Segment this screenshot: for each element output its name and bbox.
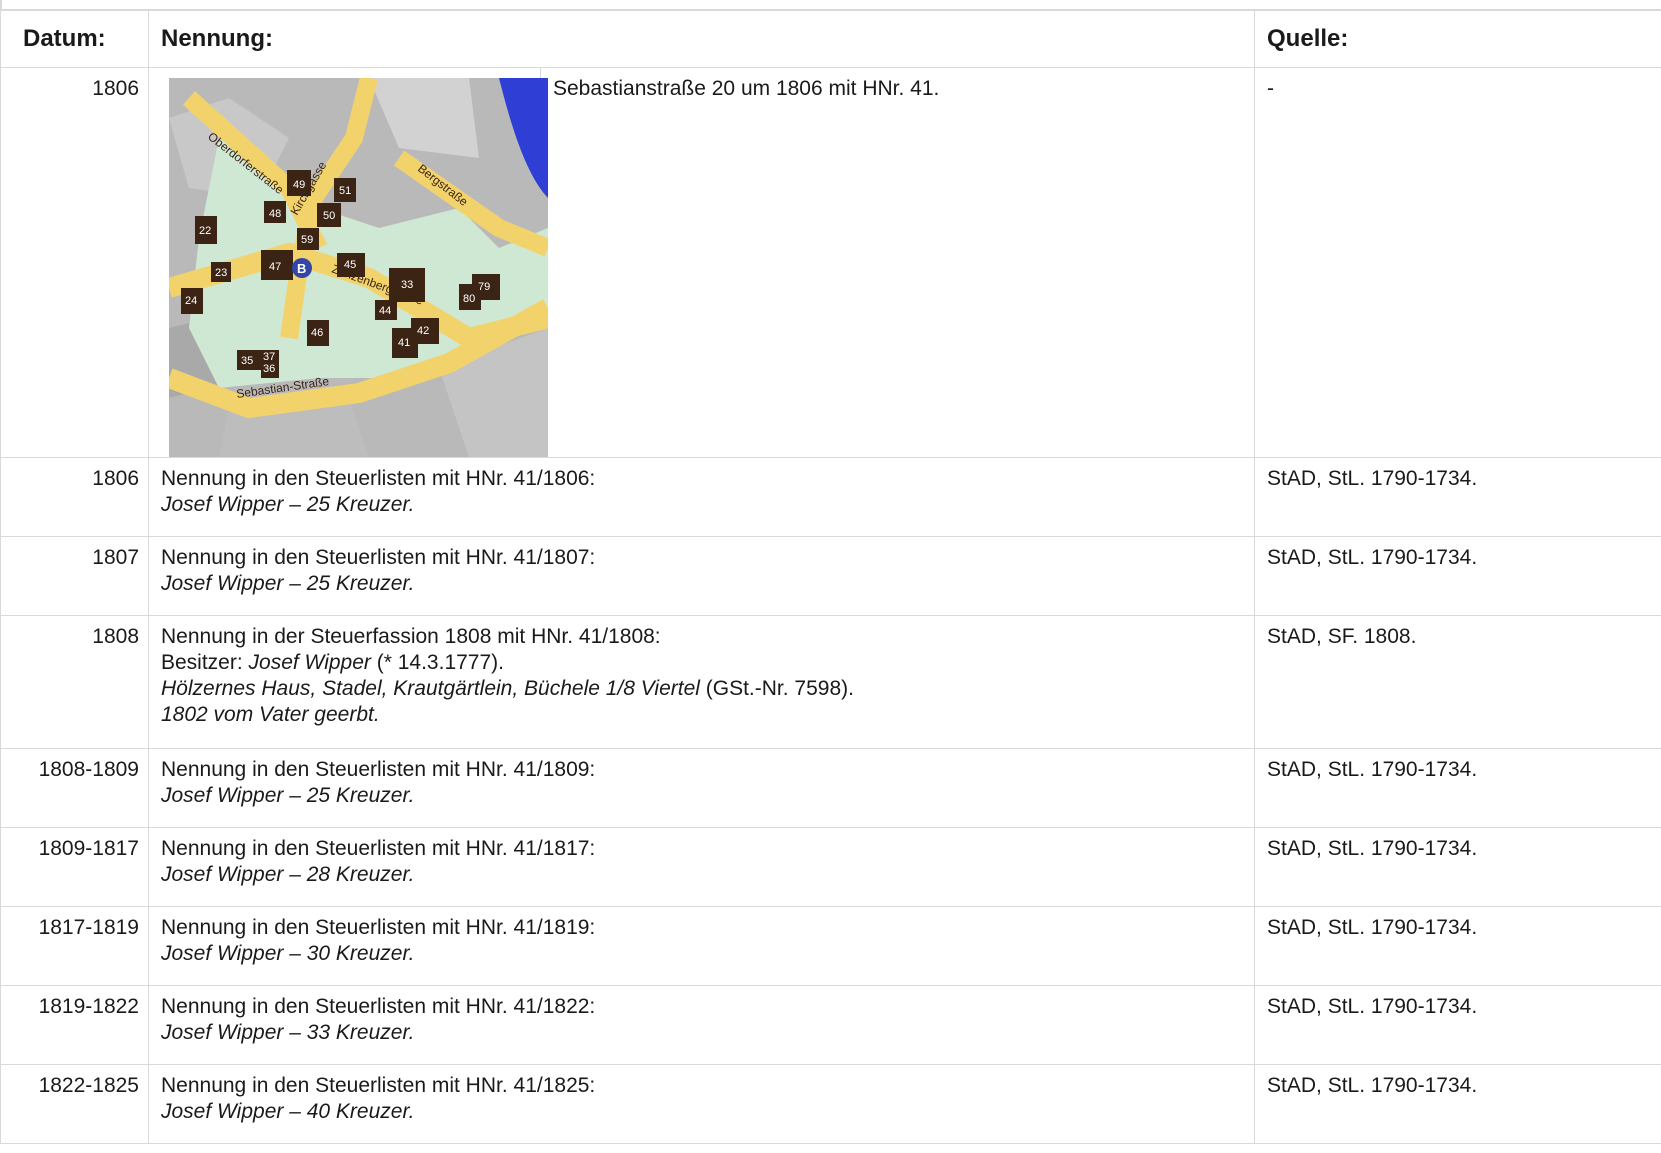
- mention-cell: Nennung in den Steuerlisten mit HNr. 41/…: [147, 748, 1256, 828]
- date-cell: 1806: [0, 67, 149, 458]
- date-cell: 1808-1809: [0, 748, 149, 828]
- left-border: [0, 0, 2, 10]
- svg-text:22: 22: [199, 225, 211, 237]
- date-cell: 1819-1822: [0, 985, 149, 1065]
- source-cell: StAD, StL. 1790-1734.: [1254, 457, 1661, 537]
- mention-cell: Nennung in den Steuerlisten mit HNr. 41/…: [147, 1064, 1256, 1144]
- source-cell: StAD, StL. 1790-1734.: [1254, 536, 1661, 616]
- date-cell: 1808: [0, 615, 149, 749]
- owner-birth: (* 14.3.1777).: [370, 651, 504, 674]
- table-row: 1819-1822 Nennung in den Steuerlisten mi…: [0, 985, 1661, 1065]
- svg-text:41: 41: [398, 337, 410, 349]
- svg-text:50: 50: [323, 210, 335, 222]
- map-cell: 49 51 48 50 22 59 47 45 33 23 79 80 24 44 42 46 41 37…: [148, 67, 548, 458]
- source-cell: StAD, StL. 1790-1734.: [1254, 1064, 1661, 1144]
- svg-text:80: 80: [463, 293, 475, 305]
- table-row: 1806 Nennung in den Steuerlisten mit HNr…: [0, 457, 1661, 537]
- svg-text:24: 24: [185, 295, 197, 307]
- mention-cell: Nennung in den Steuerlisten mit HNr. 41/…: [147, 985, 1256, 1065]
- svg-text:44: 44: [379, 305, 391, 317]
- mention-detail: Josef Wipper – 28 Kreuzer.: [161, 863, 415, 886]
- mention-detail: Josef Wipper – 25 Kreuzer.: [161, 493, 415, 516]
- mention-detail: Josef Wipper – 40 Kreuzer.: [161, 1100, 415, 1123]
- mention-cell: Sebastianstraße 20 um 1806 mit HNr. 41.: [539, 67, 1256, 458]
- date-cell: 1817-1819: [0, 906, 149, 986]
- mention-cell: Nennung in den Steuerlisten mit HNr. 41/…: [147, 827, 1256, 907]
- mention-detail: Josef Wipper – 25 Kreuzer.: [161, 784, 415, 807]
- svg-text:51: 51: [339, 185, 351, 197]
- svg-text:46: 46: [311, 327, 323, 339]
- mention-line: Nennung in den Steuerlisten mit HNr. 41/…: [161, 916, 596, 939]
- mention-line: Nennung in den Steuerlisten mit HNr. 41/…: [161, 837, 596, 860]
- svg-text:79: 79: [478, 281, 490, 293]
- history-table: Datum: Nennung: Quelle: 1806 49 51 48 50…: [0, 10, 1661, 1144]
- mention-cell: Nennung in der Steuerfassion 1808 mit HN…: [147, 615, 1256, 749]
- svg-text:23: 23: [215, 267, 227, 279]
- header-row: Datum: Nennung: Quelle:: [0, 10, 1661, 68]
- date-cell: 1822-1825: [0, 1064, 149, 1144]
- table-row: 1809-1817 Nennung in den Steuerlisten mi…: [0, 827, 1661, 907]
- mention-line: Nennung in der Steuerfassion 1808 mit HN…: [161, 625, 661, 648]
- date-cell: 1809-1817: [0, 827, 149, 907]
- marker-label: B: [297, 261, 306, 276]
- table-row: 1806 49 51 48 50 22 59 47 45 33 23 79 80…: [0, 67, 1661, 458]
- owner-label: Besitzer:: [161, 651, 249, 674]
- mention-cell: Nennung in den Steuerlisten mit HNr. 41/…: [147, 536, 1256, 616]
- mention-detail: Josef Wipper – 30 Kreuzer.: [161, 942, 415, 965]
- mention-line: Nennung in den Steuerlisten mit HNr. 41/…: [161, 995, 596, 1018]
- svg-text:48: 48: [269, 208, 281, 220]
- svg-text:42: 42: [417, 325, 429, 337]
- inheritance-note: 1802 vom Vater geerbt.: [161, 703, 380, 726]
- source-cell: -: [1254, 67, 1661, 458]
- property-ref: (GSt.-Nr. 7598).: [699, 677, 854, 700]
- header-source: Quelle:: [1254, 10, 1661, 68]
- mention-cell: Nennung in den Steuerlisten mit HNr. 41/…: [147, 457, 1256, 537]
- header-date: Datum:: [0, 10, 149, 68]
- svg-text:47: 47: [269, 261, 281, 273]
- mention-line: Nennung in den Steuerlisten mit HNr. 41/…: [161, 1074, 596, 1097]
- table-row: 1808 Nennung in der Steuerfassion 1808 m…: [0, 615, 1661, 749]
- date-cell: 1807: [0, 536, 149, 616]
- mention-cell: Nennung in den Steuerlisten mit HNr. 41/…: [147, 906, 1256, 986]
- mention-line: Nennung in den Steuerlisten mit HNr. 41/…: [161, 467, 596, 490]
- source-cell: StAD, SF. 1808.: [1254, 615, 1661, 749]
- location-map: 49 5148 50 225947 45 33237980 24444246 4137…: [169, 78, 548, 457]
- source-cell: StAD, StL. 1790-1734.: [1254, 985, 1661, 1065]
- table-row: 1822-1825 Nennung in den Steuerlisten mi…: [0, 1064, 1661, 1144]
- date-cell: 1806: [0, 457, 149, 537]
- svg-text:59: 59: [301, 234, 313, 246]
- table-row: 1817-1819 Nennung in den Steuerlisten mi…: [0, 906, 1661, 986]
- svg-text:35: 35: [241, 355, 253, 367]
- owner-name: Josef Wipper: [248, 651, 371, 674]
- source-cell: StAD, StL. 1790-1734.: [1254, 748, 1661, 828]
- mention-line: Nennung in den Steuerlisten mit HNr. 41/…: [161, 758, 596, 781]
- mention-detail: Josef Wipper – 33 Kreuzer.: [161, 1021, 415, 1044]
- mention-line: Nennung in den Steuerlisten mit HNr. 41/…: [161, 546, 596, 569]
- svg-text:37: 37: [263, 351, 275, 363]
- top-border: [0, 0, 1661, 10]
- header-mention: Nennung:: [147, 10, 1256, 68]
- source-cell: StAD, StL. 1790-1734.: [1254, 827, 1661, 907]
- source-cell: StAD, StL. 1790-1734.: [1254, 906, 1661, 986]
- svg-text:36: 36: [263, 363, 275, 375]
- property-description: Hölzernes Haus, Stadel, Krautgärtlein, B…: [161, 677, 700, 700]
- mention-detail: Josef Wipper – 25 Kreuzer.: [161, 572, 415, 595]
- table-row: 1807 Nennung in den Steuerlisten mit HNr…: [0, 536, 1661, 616]
- table-row: 1808-1809 Nennung in den Steuerlisten mi…: [0, 748, 1661, 828]
